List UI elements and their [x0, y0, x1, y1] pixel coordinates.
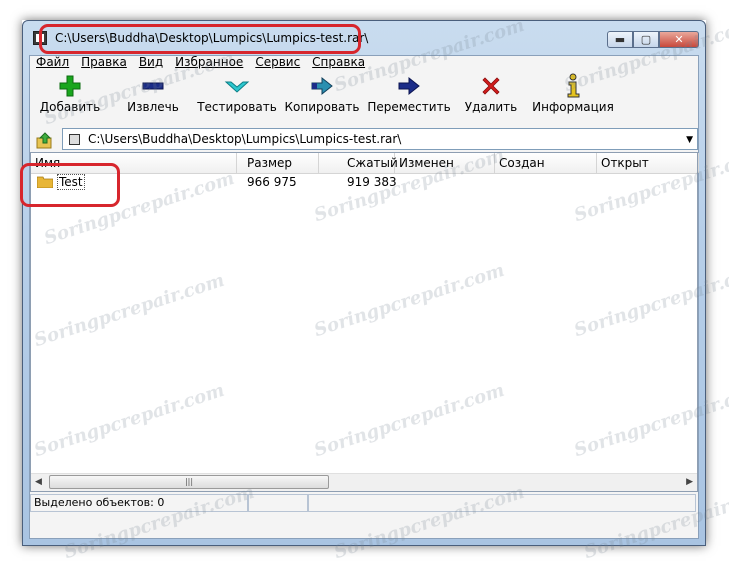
status-bar: Выделено объектов: 0 — [30, 494, 698, 514]
horizontal-scrollbar[interactable]: ◀ ||| ▶ — [31, 473, 697, 491]
row-packed: 919 383 — [347, 175, 397, 189]
client-area: Файл Правка Вид Избранное Сервис Справка… — [29, 55, 699, 539]
column-modified[interactable]: Изменен — [395, 153, 495, 173]
chevron-down-icon[interactable]: ▼ — [686, 135, 693, 145]
extract-label: Извлечь — [127, 100, 179, 114]
extract-button[interactable]: Извлечь — [114, 72, 192, 124]
address-path: C:\Users\Buddha\Desktop\Lumpics\Lumpics-… — [88, 132, 402, 146]
delete-icon — [471, 72, 511, 100]
file-list[interactable]: Имя Размер Сжатый Изменен Создан Открыт … — [30, 152, 699, 492]
info-button[interactable]: Информация — [530, 72, 616, 124]
column-size[interactable]: Размер — [237, 153, 319, 173]
title-highlight-annotation — [39, 24, 361, 54]
status-selected: Выделено объектов: 0 — [30, 494, 248, 512]
menu-favorites[interactable]: Избранное — [169, 56, 249, 71]
address-bar: C:\Users\Buddha\Desktop\Lumpics\Lumpics-… — [30, 128, 698, 152]
table-row[interactable]: Test 966 975 919 383 — [31, 173, 697, 191]
extract-icon — [133, 72, 173, 100]
move-label: Переместить — [367, 100, 451, 114]
copy-button[interactable]: Копировать — [282, 72, 362, 124]
menu-view[interactable]: Вид — [133, 56, 169, 71]
scroll-right-icon[interactable]: ▶ — [686, 477, 693, 487]
menu-help[interactable]: Справка — [306, 56, 371, 71]
up-folder-icon — [36, 132, 52, 149]
test-button[interactable]: Тестировать — [196, 72, 278, 124]
delete-button[interactable]: Удалить — [456, 72, 526, 124]
test-icon — [217, 72, 257, 100]
add-button[interactable]: Добавить — [30, 72, 110, 124]
up-folder-button[interactable] — [35, 131, 55, 151]
toolbar: Добавить Извлечь Тестировать Копировать — [30, 72, 698, 124]
status-cell-3 — [308, 494, 696, 512]
column-accessed[interactable]: Открыт — [597, 153, 699, 173]
copy-label: Копировать — [284, 100, 360, 114]
info-icon — [553, 72, 593, 100]
row-highlight-annotation — [20, 163, 120, 207]
menu-edit[interactable]: Правка — [75, 56, 133, 71]
add-icon — [50, 72, 90, 100]
move-icon — [389, 72, 429, 100]
row-size: 966 975 — [247, 175, 297, 189]
add-label: Добавить — [39, 100, 101, 114]
address-input[interactable]: C:\Users\Buddha\Desktop\Lumpics\Lumpics-… — [62, 128, 698, 150]
delete-label: Удалить — [464, 100, 518, 114]
info-label: Информация — [532, 100, 614, 114]
scroll-thumb[interactable]: ||| — [49, 475, 329, 489]
column-packed[interactable]: Сжатый — [319, 153, 398, 173]
menu-bar: Файл Правка Вид Избранное Сервис Справка — [30, 56, 698, 71]
menu-file[interactable]: Файл — [30, 56, 75, 71]
scroll-left-icon[interactable]: ◀ — [35, 477, 42, 487]
test-label: Тестировать — [197, 100, 277, 114]
status-cell-2 — [248, 494, 308, 512]
app-window: C:\Users\Buddha\Desktop\Lumpics\Lumpics-… — [22, 20, 706, 546]
maximize-button[interactable]: ▢ — [633, 31, 659, 48]
close-button[interactable]: ✕ — [659, 31, 699, 48]
menu-tools[interactable]: Сервис — [249, 56, 306, 71]
copy-icon — [302, 72, 342, 100]
list-header: Имя Размер Сжатый Изменен Создан Открыт — [31, 153, 699, 174]
minimize-button[interactable]: ▬ — [607, 31, 633, 48]
move-button[interactable]: Переместить — [366, 72, 452, 124]
archive-icon — [69, 134, 80, 145]
column-created[interactable]: Создан — [495, 153, 597, 173]
